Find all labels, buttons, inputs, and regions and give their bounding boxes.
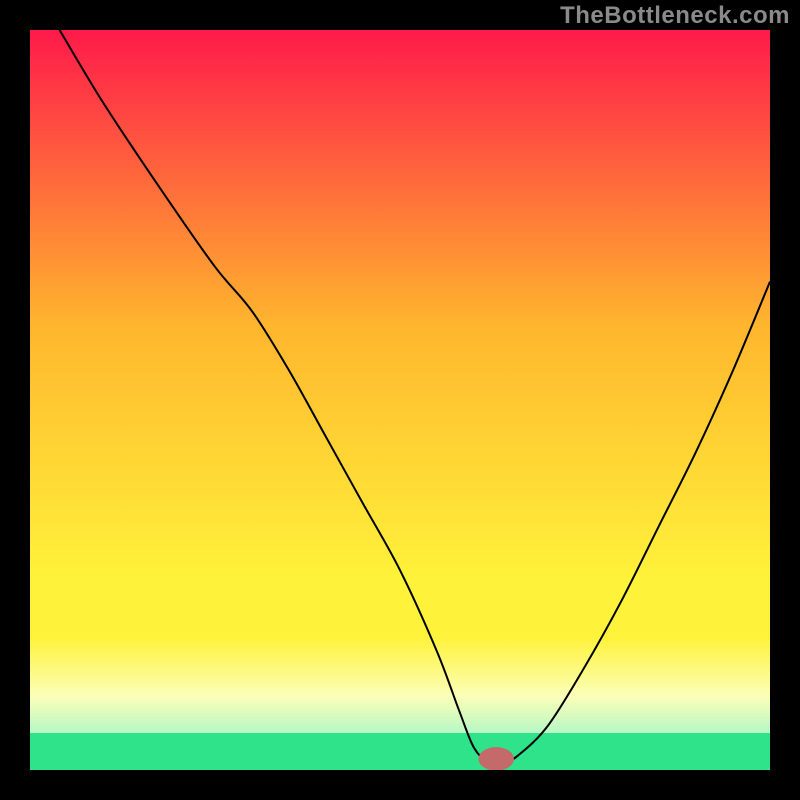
chart-container: TheBottleneck.com: [0, 0, 800, 800]
watermark: TheBottleneck.com: [560, 2, 790, 30]
chart-svg: [30, 30, 770, 770]
plot-area: [30, 30, 770, 770]
